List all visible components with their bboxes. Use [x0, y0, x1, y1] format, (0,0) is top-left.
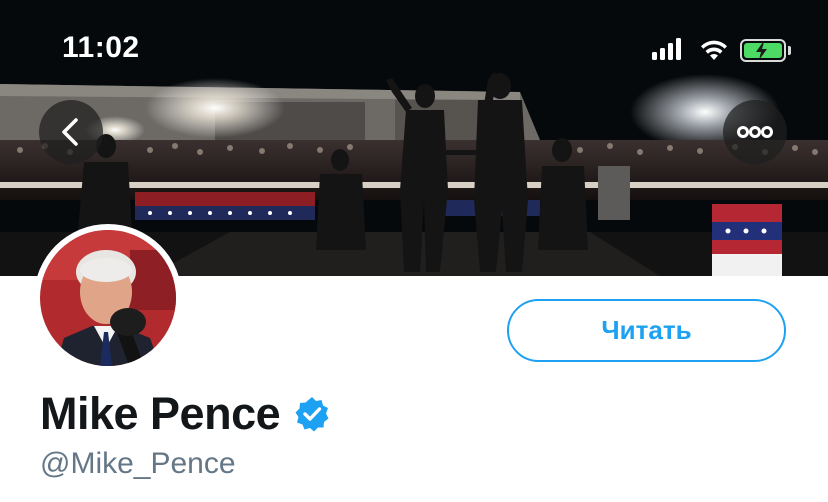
avatar-image: [40, 230, 176, 366]
wifi-icon: [699, 38, 729, 62]
display-name: Mike Pence: [40, 388, 281, 439]
battery-charging-icon: [740, 39, 786, 62]
more-horizontal-icon: [737, 126, 773, 138]
verified-badge-icon: [295, 397, 329, 432]
status-time: 11:02: [62, 31, 140, 64]
profile-handle: @Mike_Pence: [40, 447, 236, 480]
follow-button[interactable]: Читать: [507, 299, 786, 362]
profile-name-row: Mike Pence: [40, 388, 330, 440]
chevron-left-icon: [62, 118, 78, 146]
more-options-button[interactable]: [723, 100, 787, 164]
status-bar: 11:02: [0, 0, 828, 90]
avatar[interactable]: [34, 224, 182, 372]
cellular-signal-icon: [652, 36, 682, 62]
back-button[interactable]: [39, 100, 103, 164]
